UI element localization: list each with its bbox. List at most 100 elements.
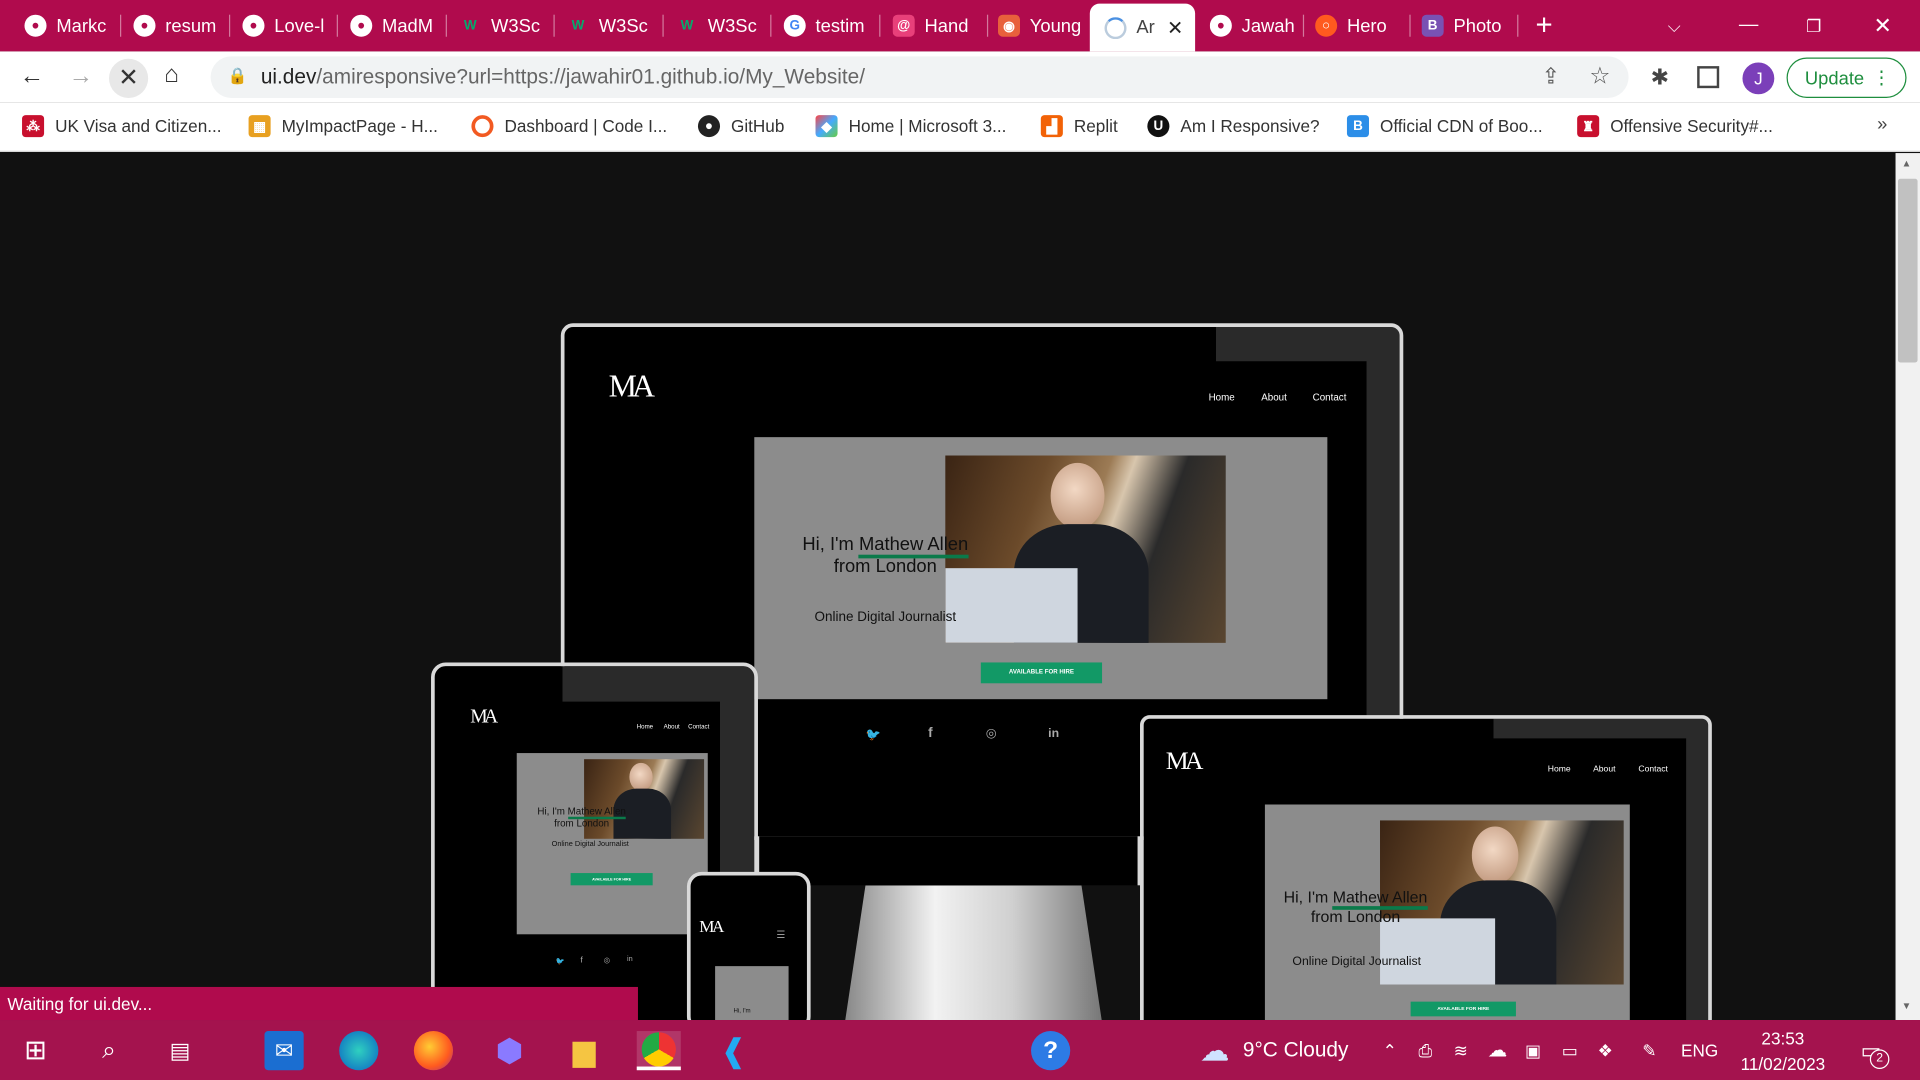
- address-bar[interactable]: 🔒 ui.dev/amiresponsive?url=https://jawah…: [210, 56, 1629, 98]
- firefox-icon[interactable]: [413, 1031, 454, 1071]
- battery-icon[interactable]: ▭: [1556, 1031, 1583, 1070]
- more-bookmarks-chevron-icon[interactable]: »: [1877, 114, 1887, 135]
- display-icon[interactable]: ▣: [1521, 1031, 1545, 1070]
- tray-chevron-icon[interactable]: ⌃: [1379, 1031, 1401, 1070]
- minimize-button[interactable]: —: [1739, 7, 1763, 44]
- update-button[interactable]: Update ⋮: [1786, 57, 1907, 98]
- tablet-hero-heading: Hi, I'm Mathew Allen from London: [537, 805, 626, 829]
- linkedin-icon[interactable]: in: [1048, 727, 1059, 740]
- tablet-hire-button[interactable]: AVAILABLE FOR HIRE: [570, 873, 653, 886]
- scrollbar-thumb[interactable]: [1897, 178, 1918, 363]
- onedrive-icon[interactable]: ☁: [1484, 1031, 1511, 1070]
- github-icon: ●: [1209, 14, 1232, 37]
- bookmark-codeinstitute[interactable]: Dashboard | Code I...: [471, 114, 667, 138]
- tablet-facebook-icon[interactable]: f: [580, 956, 582, 965]
- chrome-icon[interactable]: [636, 1031, 681, 1071]
- bookmark-offsec[interactable]: ♜ Offensive Security#...: [1577, 114, 1773, 138]
- tablet-linkedin-icon[interactable]: in: [627, 956, 633, 963]
- task-view-icon[interactable]: ▤: [164, 1031, 196, 1070]
- close-tab-icon[interactable]: ✕: [1167, 15, 1183, 39]
- weather-text[interactable]: 9°C Cloudy: [1243, 1031, 1365, 1070]
- tab-w3schools-3[interactable]: W W3Sc: [676, 7, 762, 44]
- pen-icon[interactable]: ✎: [1636, 1031, 1663, 1070]
- tablet-logo: MA: [470, 706, 498, 728]
- clock[interactable]: 23:53 11/02/2023: [1734, 1026, 1832, 1077]
- tab-love[interactable]: ● Love-l: [242, 7, 328, 44]
- bookmark-star-icon[interactable]: ☆: [1589, 62, 1610, 90]
- laptop-hero-heading: Hi, I'm Mathew Allen from London: [1283, 887, 1428, 926]
- tablet-nav-home[interactable]: Home: [637, 724, 653, 731]
- meet-now-icon[interactable]: ⎙: [1414, 1031, 1436, 1070]
- bookmark-github[interactable]: ● GitHub: [697, 114, 784, 138]
- bookmark-bootstrap-cdn[interactable]: B Official CDN of Boo...: [1346, 114, 1543, 138]
- mail-icon[interactable]: ✉: [264, 1031, 304, 1071]
- w3schools-icon: W: [680, 18, 694, 34]
- nav-about[interactable]: About: [1261, 392, 1287, 403]
- power-automate-icon[interactable]: ⬢: [490, 1031, 529, 1070]
- extensions-puzzle-icon[interactable]: ✱: [1651, 65, 1669, 91]
- laptop-hire-button[interactable]: AVAILABLE FOR HIRE: [1410, 1001, 1516, 1017]
- file-explorer-icon[interactable]: ▆: [564, 1031, 603, 1070]
- tablet-hero-role: Online Digital Journalist: [551, 841, 629, 849]
- dropbox-icon[interactable]: ❖: [1592, 1031, 1619, 1070]
- profile-avatar[interactable]: J: [1742, 62, 1775, 95]
- tab-amiresponsive-active[interactable]: Ar ✕: [1089, 3, 1196, 52]
- tablet-instagram-icon[interactable]: ◎: [604, 956, 610, 965]
- tab-madm[interactable]: ● MadM: [350, 7, 436, 44]
- laptop-nav-about[interactable]: About: [1593, 765, 1615, 774]
- hero-icon: ○: [1315, 14, 1338, 37]
- close-window-button[interactable]: ✕: [1873, 7, 1897, 44]
- vscode-icon[interactable]: ❰: [714, 1031, 753, 1070]
- windows-start-icon[interactable]: ⊞: [20, 1031, 52, 1070]
- facebook-icon[interactable]: f: [928, 726, 932, 741]
- wifi-icon[interactable]: ≋: [1450, 1031, 1472, 1070]
- tablet-nav-about[interactable]: About: [664, 724, 680, 731]
- tab-w3schools-2[interactable]: W W3Sc: [567, 7, 653, 44]
- bookmark-microsoft365[interactable]: ◆ Home | Microsoft 3...: [815, 114, 1006, 138]
- tab-photo[interactable]: B Photo: [1421, 7, 1508, 44]
- w3schools-icon: W: [571, 18, 585, 34]
- twitter-icon[interactable]: 🐦: [866, 729, 881, 742]
- hire-button[interactable]: AVAILABLE FOR HIRE: [980, 662, 1103, 684]
- tab-markc[interactable]: ● Markc: [24, 7, 110, 44]
- forward-button[interactable]: →: [69, 62, 93, 90]
- back-button[interactable]: ←: [20, 62, 44, 90]
- search-icon[interactable]: ⌕: [93, 1031, 125, 1070]
- help-icon[interactable]: ?: [1031, 1031, 1071, 1071]
- scroll-down-arrow-icon[interactable]: ▼: [1902, 1000, 1912, 1011]
- lock-icon: 🔒: [227, 66, 248, 85]
- laptop-screen: MA Home About Contact Hi, I'm Mathew All…: [1159, 738, 1687, 1021]
- restore-button[interactable]: ❐: [1806, 7, 1830, 44]
- bookmark-myimpact[interactable]: ▦ MyImpactPage - H...: [248, 114, 438, 138]
- home-button[interactable]: ⌂: [164, 61, 179, 89]
- stop-loading-button[interactable]: ✕: [108, 58, 149, 98]
- laptop-nav-contact[interactable]: Contact: [1638, 765, 1668, 774]
- tab-testim[interactable]: Gtestim: [783, 7, 870, 44]
- tab-young[interactable]: ◉ Young: [997, 7, 1084, 44]
- tablet-nav-contact[interactable]: Contact: [688, 724, 709, 731]
- bookmark-replit[interactable]: ▟ Replit: [1040, 114, 1118, 138]
- tab-hand[interactable]: @ Hand: [892, 7, 979, 44]
- instagram-icon[interactable]: ◎: [986, 727, 997, 740]
- bookmark-ukvi[interactable]: ⁂ UK Visa and Citizen...: [22, 114, 222, 138]
- edge-icon[interactable]: [339, 1031, 379, 1071]
- bookmark-amiresponsive[interactable]: U Am I Responsive?: [1147, 114, 1320, 138]
- tab-hero[interactable]: ○ Hero: [1315, 7, 1401, 44]
- tab-resum[interactable]: ● resum: [133, 7, 219, 44]
- phone-hamburger-icon[interactable]: ☰: [776, 929, 785, 940]
- cloudy-weather-icon[interactable]: ☁: [1195, 1031, 1234, 1070]
- w3schools-icon: W: [463, 18, 477, 34]
- side-panel-icon[interactable]: [1697, 66, 1720, 89]
- nav-contact[interactable]: Contact: [1313, 392, 1347, 403]
- tablet-twitter-icon[interactable]: 🐦: [556, 958, 565, 966]
- tab-w3schools-1[interactable]: W W3Sc: [459, 7, 545, 44]
- laptop-nav-home[interactable]: Home: [1548, 765, 1571, 774]
- tab-jawah[interactable]: ● Jawah: [1209, 7, 1296, 44]
- tab-search-chevron-icon[interactable]: ⌵: [1668, 7, 1692, 44]
- new-tab-button[interactable]: +: [1536, 7, 1565, 44]
- nav-home[interactable]: Home: [1209, 392, 1235, 403]
- share-icon[interactable]: ⇪: [1542, 64, 1560, 90]
- language-indicator[interactable]: ENG: [1680, 1031, 1719, 1070]
- scroll-up-arrow-icon[interactable]: ▲: [1902, 158, 1912, 169]
- update-label: Update: [1804, 68, 1865, 90]
